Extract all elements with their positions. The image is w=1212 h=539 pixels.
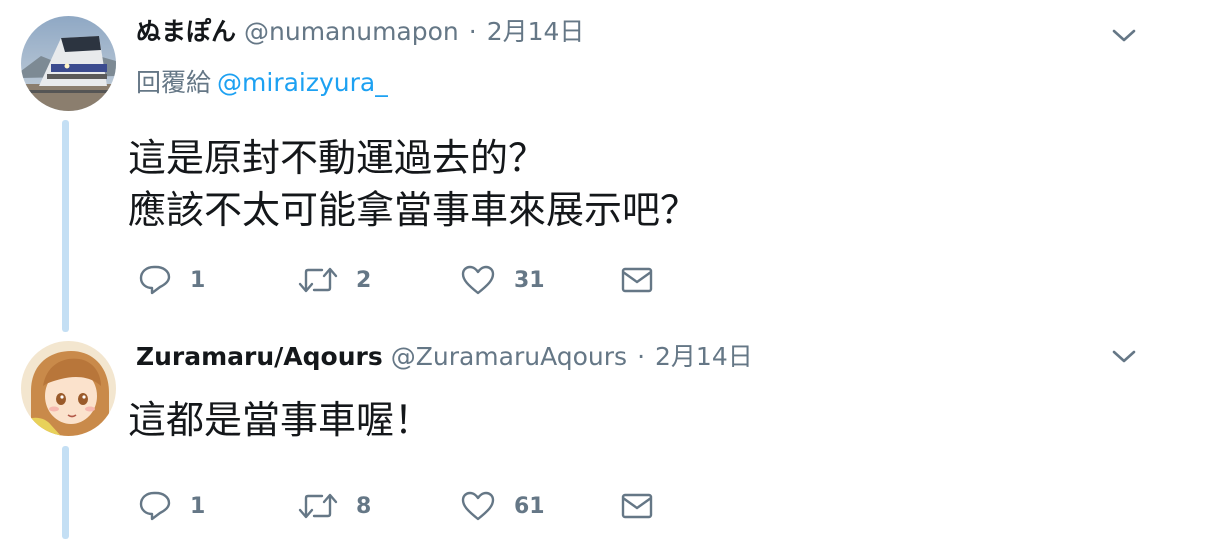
tweet-actions: 1 2 31 [0,260,1212,300]
reply-icon [139,265,171,295]
retweet-count: 8 [356,493,372,519]
retweet-icon [298,493,338,519]
user-handle[interactable]: @numanumapon [244,17,459,46]
like-count: 61 [514,493,545,519]
avatar[interactable] [21,16,116,111]
tweet-text-line: 這是原封不動運過去的？ [128,136,547,180]
display-name[interactable]: ぬまぽん [136,12,236,48]
retweet-icon [298,267,338,293]
retweet-button[interactable]: 8 [298,486,371,526]
tweet-text: 這都是當事車喔！ [128,394,432,446]
direct-message-button[interactable] [620,486,654,526]
heart-icon [461,265,495,295]
reply-count: 1 [190,493,206,519]
reply-count: 1 [190,267,206,293]
tweet-header: Zuramaru/Aqours @ZuramaruAqours · 2月14日 [136,337,753,373]
heart-icon [461,491,495,521]
envelope-icon [621,493,653,519]
tweet-date[interactable]: 2月14日 [655,337,753,373]
retweet-count: 2 [356,267,372,293]
direct-message-button[interactable] [620,260,654,300]
like-button[interactable]: 61 [460,486,545,526]
separator-dot: · [468,17,477,46]
reply-button[interactable]: 1 [138,486,205,526]
reply-button[interactable]: 1 [138,260,205,300]
envelope-icon [621,267,653,293]
retweet-button[interactable]: 2 [298,260,371,300]
reply-icon [139,491,171,521]
tweet-text-line: 這都是當事車喔！ [128,398,433,442]
thread-connector [62,120,69,332]
reply-to-handle[interactable]: @miraizyura_ [217,68,388,97]
user-handle[interactable]: @ZuramaruAqours [391,342,627,371]
tweet-header: ぬまぽん @numanumapon · 2月14日 [136,12,584,48]
tweet-text-line: 應該不太可能拿當事車來展示吧？ [128,188,699,232]
separator-dot: · [637,342,646,371]
like-button[interactable]: 31 [460,260,545,300]
replying-to: 回覆給 @miraizyura_ [136,63,388,99]
like-count: 31 [514,267,545,293]
avatar[interactable] [21,341,116,436]
tweet-text: 這是原封不動運過去的？ 應該不太可能拿當事車來展示吧？ [128,132,698,236]
tweet-actions: 1 8 61 [0,486,1212,526]
display-name[interactable]: Zuramaru/Aqours [136,342,383,371]
chevron-down-icon[interactable] [1110,346,1138,366]
tweet-date[interactable]: 2月14日 [487,12,585,48]
chevron-down-icon[interactable] [1110,25,1138,45]
reply-prefix: 回覆給 [136,68,212,97]
